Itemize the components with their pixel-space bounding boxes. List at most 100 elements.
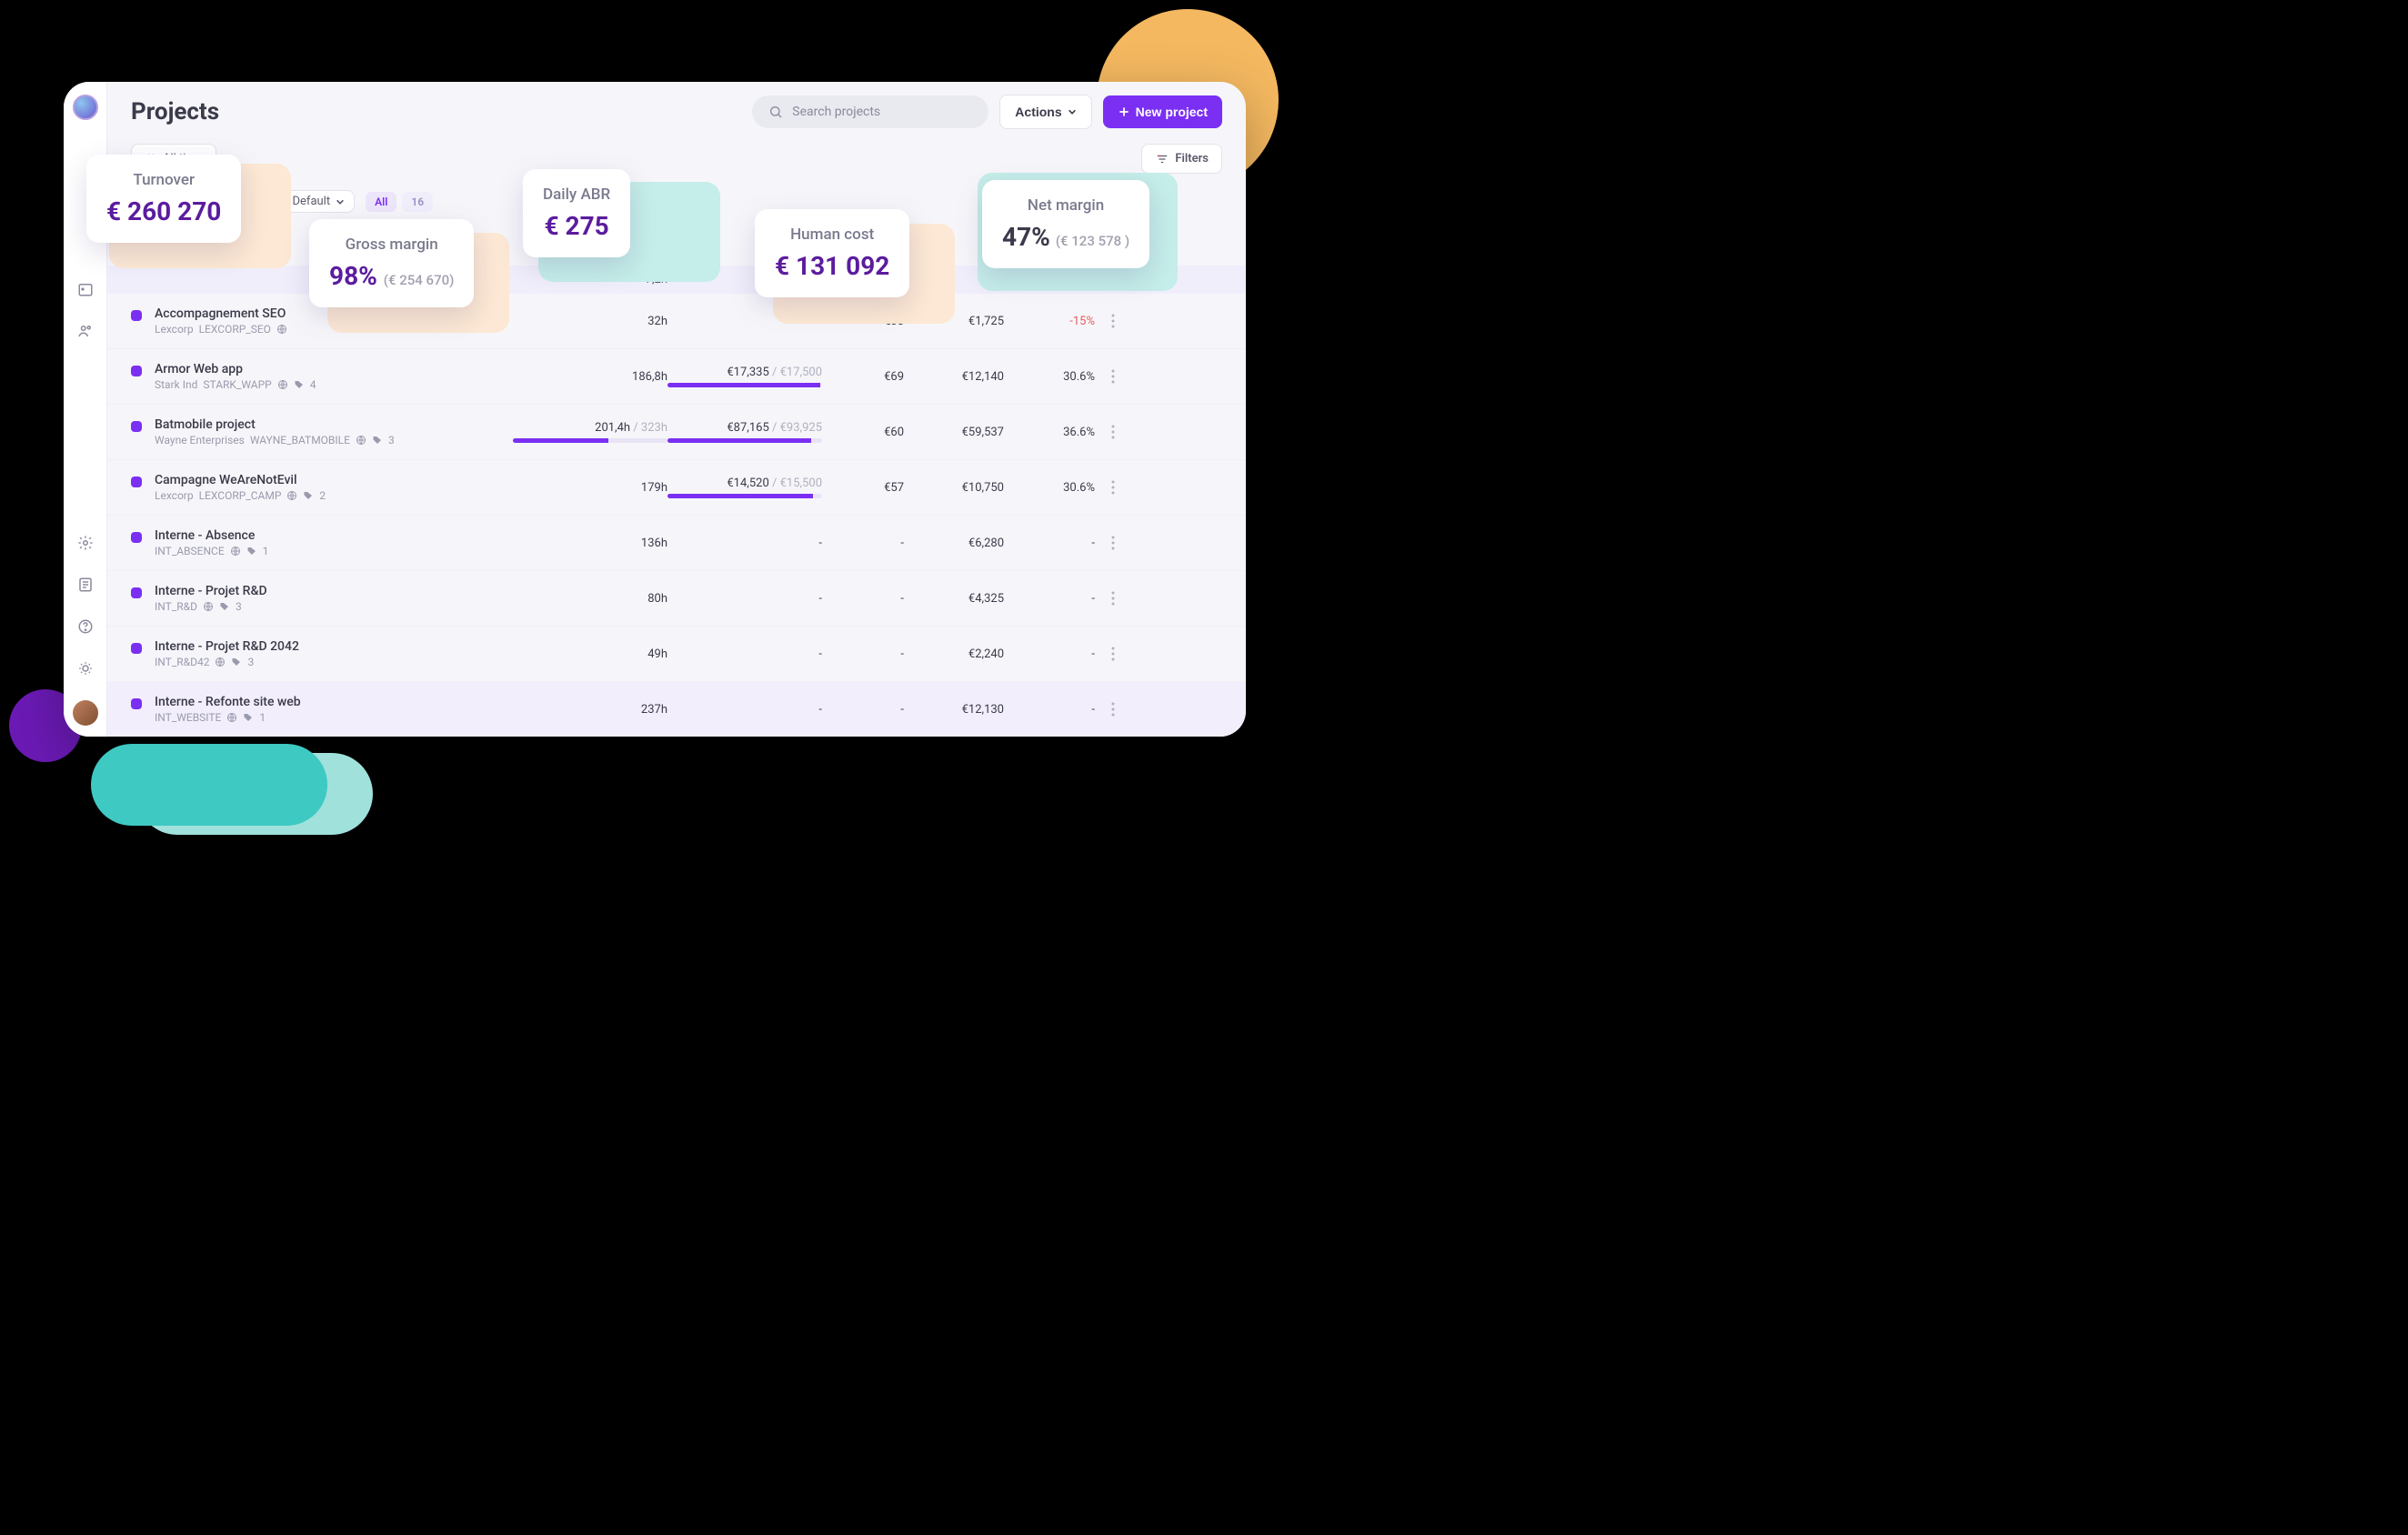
table-row[interactable]: Batmobile projectWayne Enterprises WAYNE… xyxy=(107,405,1246,460)
row-menu-button[interactable] xyxy=(1095,369,1131,384)
table-row[interactable]: Interne - Projet R&D 2042INT_R&D42 349h-… xyxy=(107,627,1246,682)
cell-total: €6,280 xyxy=(904,537,1004,550)
cell-project: Interne - AbsenceINT_ABSENCE 1 xyxy=(131,528,513,557)
project-name: Interne - Refonte site web xyxy=(155,695,301,709)
row-menu-button[interactable] xyxy=(1095,425,1131,439)
cell-margin: - xyxy=(1004,647,1095,661)
project-name: Accompagnement SEO xyxy=(155,306,287,321)
table-row[interactable]: Interne - Projet R&DINT_R&D 380h--€4,325… xyxy=(107,571,1246,627)
cell-margin: - xyxy=(1004,703,1095,717)
cell-margin: -15% xyxy=(1004,315,1095,328)
kpi-label: Turnover xyxy=(106,171,221,189)
filters-button[interactable]: Filters xyxy=(1141,144,1222,174)
tag-count: 3 xyxy=(236,600,242,613)
cell-hourly: €69 xyxy=(822,370,904,384)
row-menu-button[interactable] xyxy=(1095,480,1131,495)
chip-all[interactable]: All xyxy=(366,192,396,212)
kpi-gross-margin: Gross margin 98% (€ 254 670) xyxy=(309,219,474,307)
cell-total: €2,240 xyxy=(904,647,1004,661)
client-name: Stark Ind xyxy=(155,378,197,391)
actions-label: Actions xyxy=(1015,105,1061,119)
tag-icon xyxy=(246,546,257,557)
new-project-button[interactable]: New project xyxy=(1103,95,1222,128)
project-code: INT_WEBSITE xyxy=(155,711,221,724)
cell-total: €10,750 xyxy=(904,481,1004,495)
cell-budget: - xyxy=(667,703,822,717)
client-name: Lexcorp xyxy=(155,489,194,502)
tag-icon xyxy=(231,657,242,667)
globe-icon xyxy=(286,490,297,501)
cell-budget: €17,335 / €17,500 xyxy=(667,366,822,387)
project-code: LEXCORP_CAMP xyxy=(199,489,282,502)
tag-icon xyxy=(243,712,254,723)
cell-project: Armor Web appStark Ind STARK_WAPP 4 xyxy=(131,362,513,391)
cell-total: €12,130 xyxy=(904,703,1004,717)
table-row[interactable]: Interne - AbsenceINT_ABSENCE 1136h--€6,2… xyxy=(107,516,1246,571)
cell-project: Batmobile projectWayne Enterprises WAYNE… xyxy=(131,417,513,446)
row-menu-button[interactable] xyxy=(1095,591,1131,606)
chip-count[interactable]: 16 xyxy=(402,192,433,212)
globe-icon xyxy=(203,601,214,612)
cell-time: 49h xyxy=(513,647,667,661)
table-row[interactable]: Interne - Refonte site web INT_WEBSITE 1 2… xyxy=(107,682,1246,737)
tag-count: 2 xyxy=(319,489,326,502)
globe-icon xyxy=(226,712,237,723)
cell-total: €12,140 xyxy=(904,370,1004,384)
cell-total: €4,325 xyxy=(904,592,1004,606)
row-menu-button[interactable] xyxy=(1095,647,1131,661)
more-icon xyxy=(1111,369,1115,384)
project-code: LEXCORP_SEO xyxy=(199,323,271,336)
actions-dropdown[interactable]: Actions xyxy=(999,95,1091,129)
cell-budget: - xyxy=(667,647,822,661)
cell-hourly: - xyxy=(822,703,904,717)
app-logo[interactable] xyxy=(73,95,98,120)
nav-users-icon[interactable] xyxy=(75,321,95,341)
tag-count: 1 xyxy=(259,711,266,724)
nav-settings-icon[interactable] xyxy=(75,533,95,553)
kpi-label: Gross margin xyxy=(329,236,454,254)
project-name: Batmobile project xyxy=(155,417,395,432)
kpi-value: € 275 xyxy=(543,211,610,241)
nav-report-icon[interactable] xyxy=(75,575,95,595)
cell-margin: - xyxy=(1004,537,1095,550)
project-code: STARK_WAPP xyxy=(203,378,271,391)
page-title: Projects xyxy=(131,98,219,125)
filters-label: Filters xyxy=(1175,152,1209,166)
kpi-value: 98% (€ 254 670) xyxy=(329,261,454,291)
cell-budget: - xyxy=(667,537,822,550)
globe-icon xyxy=(356,435,366,446)
cell-time: 136h xyxy=(513,537,667,550)
row-menu-button[interactable] xyxy=(1095,314,1131,328)
nav-help-icon[interactable] xyxy=(75,617,95,637)
kpi-value: € 260 270 xyxy=(106,196,221,226)
cell-time: 186,8h xyxy=(513,370,667,384)
table-row[interactable]: Accompagnement SEOLexcorp LEXCORP_SEO 32… xyxy=(107,294,1246,349)
search-placeholder: Search projects xyxy=(792,105,880,119)
cell-time: 237h xyxy=(513,703,667,717)
table-row[interactable]: Armor Web appStark Ind STARK_WAPP 4186,8… xyxy=(107,349,1246,405)
cell-project: Interne - Refonte site web INT_WEBSITE 1 xyxy=(131,695,513,724)
more-icon xyxy=(1111,425,1115,439)
row-menu-button[interactable] xyxy=(1095,702,1131,717)
cell-time: 179h xyxy=(513,481,667,495)
nav-calendar-icon[interactable] xyxy=(75,279,95,299)
tag-icon xyxy=(294,379,305,390)
project-name: Interne - Projet R&D xyxy=(155,584,267,598)
project-name: Interne - Projet R&D 2042 xyxy=(155,639,299,654)
search-input[interactable]: Search projects xyxy=(752,95,988,128)
cell-hourly: €60 xyxy=(822,426,904,439)
project-name: Campagne WeAreNotEvil xyxy=(155,473,326,487)
topbar: Projects Search projects Actions New pro… xyxy=(107,82,1246,138)
more-icon xyxy=(1111,314,1115,328)
nav-theme-icon[interactable] xyxy=(75,658,95,678)
project-color-dot xyxy=(131,310,142,321)
cell-budget: €14,520 / €15,500 xyxy=(667,477,822,498)
table-row[interactable]: Campagne WeAreNotEvil Lexcorp LEXCORP_CAM… xyxy=(107,460,1246,516)
user-avatar[interactable] xyxy=(73,700,98,726)
kpi-value: 47% (€ 123 578 ) xyxy=(1002,222,1129,252)
project-color-dot xyxy=(131,532,142,543)
kpi-net-margin: Net margin 47% (€ 123 578 ) xyxy=(982,180,1149,268)
kpi-value: € 131 092 xyxy=(775,251,889,281)
row-menu-button[interactable] xyxy=(1095,536,1131,550)
search-icon xyxy=(768,105,783,119)
